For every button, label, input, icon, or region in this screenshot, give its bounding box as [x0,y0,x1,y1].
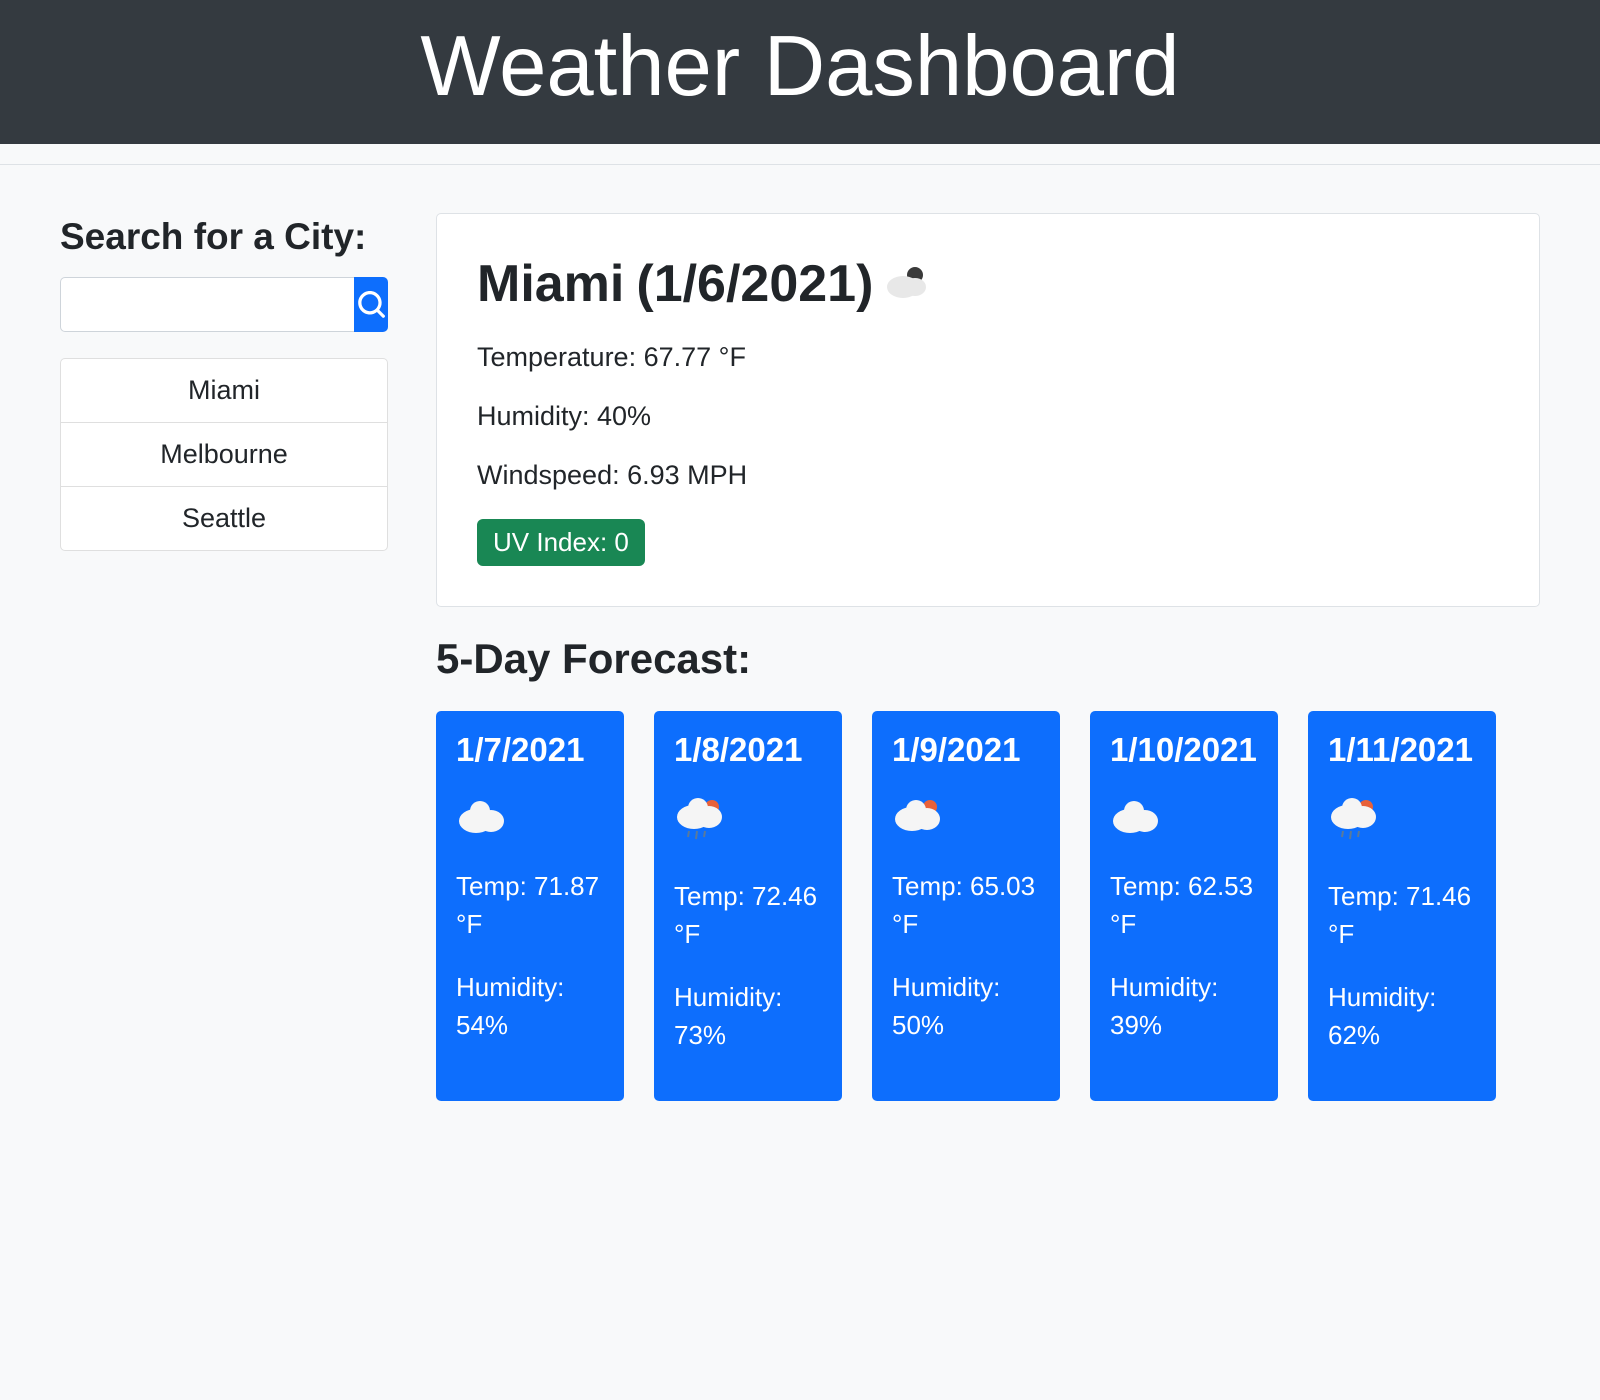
search-label: Search for a City: [60,213,388,261]
clouds-icon [456,797,604,840]
forecast-card: 1/10/2021 Temp: 62.53 °F Humidity: 39% [1090,711,1278,1101]
page-title: Weather Dashboard [0,18,1600,116]
forecast-humidity: Humidity: 39% [1110,969,1258,1044]
search-input[interactable] [60,277,354,332]
city-item-seattle[interactable]: Seattle [60,487,388,551]
rain-icon [674,797,822,850]
forecast-date: 1/7/2021 [456,731,604,769]
current-temp: Temperature: 67.77 °F [477,342,1499,373]
forecast-heading: 5-Day Forecast: [436,635,1540,683]
main: Miami (1/6/2021) Temperature: 67.77 °F H… [436,213,1540,1101]
forecast-date: 1/8/2021 [674,731,822,769]
search-box [60,277,388,332]
forecast-temp: Temp: 65.03 °F [892,868,1040,943]
current-city-heading: Miami (1/6/2021) [477,254,1499,314]
city-item-melbourne[interactable]: Melbourne [60,423,388,487]
forecast-temp: Temp: 72.46 °F [674,878,822,953]
uv-index-badge: UV Index: 0 [477,519,645,566]
search-icon [357,291,385,319]
forecast-humidity: Humidity: 73% [674,979,822,1054]
current-city: Miami [477,254,624,314]
forecast-card: 1/7/2021 Temp: 71.87 °F Humidity: 54% [436,711,624,1101]
forecast-date: 1/11/2021 [1328,731,1476,769]
forecast-card: 1/11/2021 Temp: 71.46 °F Humidity: 62% [1308,711,1496,1101]
rain-icon [1328,797,1476,850]
sun-cloud-icon [892,797,1040,840]
forecast-humidity: Humidity: 62% [1328,979,1476,1054]
forecast-humidity: Humidity: 50% [892,969,1040,1044]
forecast-date: 1/10/2021 [1110,731,1258,769]
header: Weather Dashboard [0,0,1600,144]
forecast-temp: Temp: 71.46 °F [1328,878,1476,953]
current-humidity: Humidity: 40% [477,401,1499,432]
current-windspeed: Windspeed: 6.93 MPH [477,460,1499,491]
forecast-date: 1/9/2021 [892,731,1040,769]
sidebar: Search for a City: Miami Melbourne Seatt… [60,213,388,1101]
current-weather-card: Miami (1/6/2021) Temperature: 67.77 °F H… [436,213,1540,607]
forecast-card: 1/8/2021 Temp: 72.46 °F Humidity: 73% [654,711,842,1101]
current-date: (1/6/2021) [636,254,873,314]
search-button[interactable] [354,277,388,332]
forecast-temp: Temp: 71.87 °F [456,868,604,943]
few-clouds-icon [885,254,931,314]
clouds-icon [1110,797,1258,840]
forecast-card: 1/9/2021 Temp: 65.03 °F Humidity: 50% [872,711,1060,1101]
city-item-miami[interactable]: Miami [60,358,388,423]
forecast-cards: 1/7/2021 Temp: 71.87 °F Humidity: 54% 1/… [436,711,1540,1101]
forecast-humidity: Humidity: 54% [456,969,604,1044]
city-list: Miami Melbourne Seattle [60,358,388,551]
forecast-temp: Temp: 62.53 °F [1110,868,1258,943]
